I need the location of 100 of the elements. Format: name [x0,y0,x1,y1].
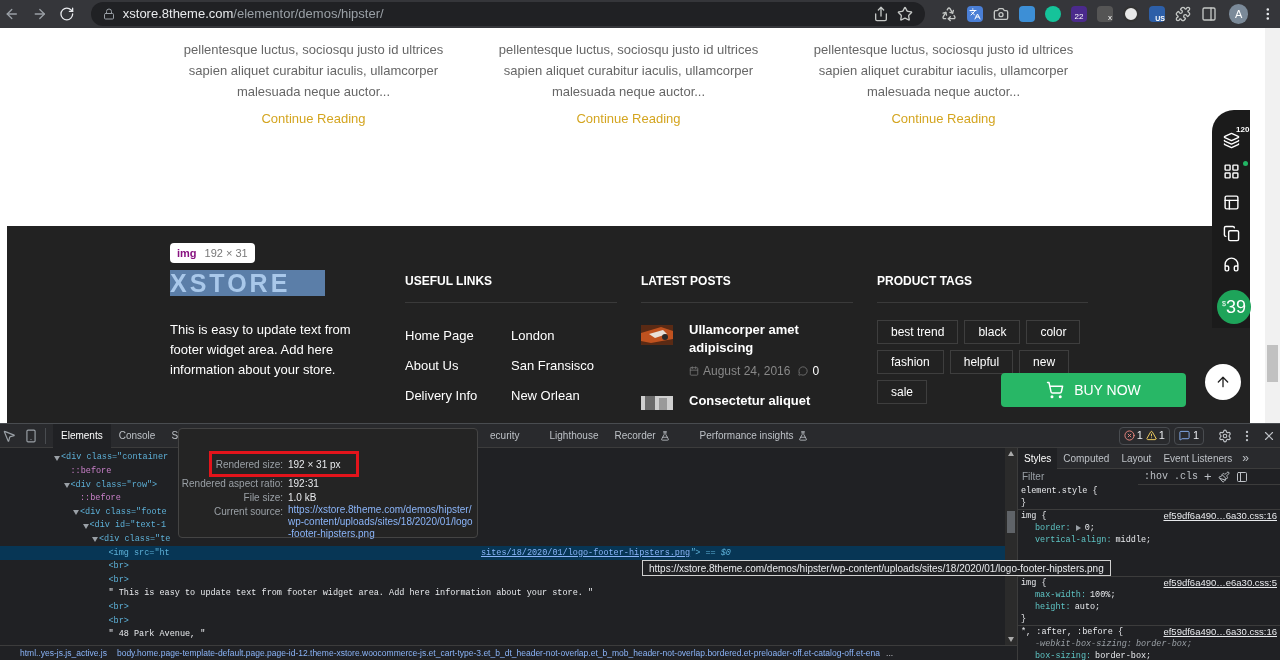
closing-brace: } [1021,613,1028,625]
tag-chip[interactable]: sale [877,380,927,404]
dom-node[interactable]: <div class="container [61,451,169,465]
back-icon[interactable] [4,6,20,22]
sidebar-toggle-icon[interactable] [1235,470,1248,483]
devtools-tab[interactable]: S [163,424,187,448]
post-title[interactable]: Ullamcorper amet adipiscing [689,321,853,357]
page-scrollbar[interactable] [1265,28,1280,423]
devtools-tab[interactable]: Elements [53,424,111,448]
hover-state-button[interactable]: :hov [1144,469,1168,484]
devtools-tab[interactable]: Console [110,424,164,448]
translate-icon[interactable] [966,6,983,22]
share-icon[interactable] [872,6,889,22]
expand-triangle-icon[interactable] [1074,525,1081,531]
extension-badge[interactable]: x [1096,6,1113,22]
camera-icon[interactable] [992,6,1009,22]
footer-link[interactable]: London [511,327,617,345]
extension-icon[interactable] [1122,6,1139,22]
dom-node[interactable]: ::before [80,492,121,505]
expanded-triangle-icon[interactable] [54,454,60,461]
devtools-tab[interactable]: Lighthouse [541,424,607,448]
styles-tab[interactable]: Layout [1115,448,1158,469]
new-rule-button[interactable]: + [1204,470,1212,483]
breadcrumb-more-button[interactable]: ... [886,646,894,660]
footer-link[interactable]: Delivery Info [405,387,511,405]
dom-node[interactable]: <div class="te [99,533,171,546]
dom-node[interactable]: <div class="row"> [70,478,158,492]
footer-link[interactable]: San Fransisco [511,357,617,375]
tag-chip[interactable]: fashion [877,350,944,374]
expanded-triangle-icon[interactable] [73,509,79,516]
tag-chip[interactable]: best trend [877,320,959,344]
dom-node[interactable]: <br> [108,573,129,587]
grid-icon[interactable] [1222,163,1240,180]
dom-node[interactable]: ::before [70,465,112,478]
more-tabs-button[interactable]: » [1238,449,1254,467]
extension-counter[interactable]: 22 [1070,6,1087,22]
source-link[interactable]: https://xstore.8theme.com/demos/hipster/wp-content/uploads/sites/18/2020/01/logo-footer-hipsters.png [288,504,474,540]
profile-avatar[interactable]: A [1228,4,1249,24]
footer-link[interactable]: About Us [405,357,511,375]
class-button[interactable]: .cls [1174,469,1199,484]
tag-chip[interactable]: black [964,320,1021,344]
footer-about-text: This is easy to update text from footer widget area. Add here information about your store. [170,321,352,379]
devtools-tab[interactable]: ecurity [482,424,528,448]
css-declaration[interactable]: max-width: 100%; [1021,589,1277,601]
styles-tab[interactable]: Styles [1018,448,1058,469]
side-panel-icon[interactable] [1200,6,1217,22]
settings-icon[interactable] [1218,428,1232,443]
issues-counter[interactable]: 1 1 [1118,426,1170,445]
breadcrumb-item[interactable]: body.home.page-template-default.page.page-id-12.theme-xstore.woocommerce-js.et_cart-type-3.et_b_dt_header-not-overlap.et_b_mob_header-not-overlap.bordered.et-preloader-off.et-catalog-off.et-ena [116,646,880,660]
address-bar[interactable]: xstore.8theme.com/elementor/demos/hipster/ [90,2,925,26]
devtools-tab[interactable]: Recorder [606,424,678,448]
reload-icon[interactable] [59,6,75,22]
css-declaration[interactable]: height: auto; [1021,601,1277,613]
expanded-triangle-icon[interactable] [92,536,98,543]
expanded-triangle-icon[interactable] [63,482,70,488]
dom-node[interactable]: <img src="ht [108,546,170,560]
pages-icon[interactable] [1222,225,1240,242]
css-declaration[interactable]: box-sizing: border-box; [1021,650,1277,660]
dom-node[interactable]: <br> [108,560,129,573]
css-declaration[interactable]: -webkit-box-sizing: border-box; [1021,638,1277,650]
flask-icon [659,430,670,441]
css-declaration[interactable]: border: 0; [1021,522,1277,534]
layout-icon[interactable] [1222,194,1240,211]
messages-counter[interactable]: 1 [1173,426,1204,445]
dom-node[interactable]: <br> [108,600,129,614]
layers-icon[interactable] [1222,132,1240,149]
tag-chip[interactable]: color [1026,320,1081,344]
styles-tab[interactable]: Computed [1057,448,1116,469]
extensions-icon[interactable] [1174,6,1191,22]
styles-tab[interactable]: Event Listeners [1157,448,1239,469]
css-selector: element.style { [1021,485,1098,497]
warning-icon [1145,430,1157,441]
paintbrush-icon[interactable] [1217,470,1230,483]
inspect-icon[interactable] [2,428,16,443]
dom-node[interactable]: <div class="foote [80,505,167,519]
recycle-icon[interactable] [940,6,957,22]
headphones-icon[interactable] [1222,256,1240,273]
scroll-up-icon[interactable] [1008,451,1014,456]
footer-link[interactable]: Home Page [405,327,511,345]
tag-chip[interactable]: helpful [949,350,1014,374]
expanded-triangle-icon[interactable] [82,522,89,529]
stylesheet-link[interactable]: ef59df6a490…6a30.css:16 [1163,510,1277,522]
device-toolbar-icon[interactable] [24,428,38,443]
scroll-down-icon[interactable] [1008,637,1014,642]
dom-node[interactable]: " 48 Park Avenue, " [108,628,206,641]
stylesheet-link[interactable]: ef59df6a490…6a30.css:16 [1163,626,1277,638]
devtools-tab[interactable]: Performance insights [691,424,816,448]
extension-icon[interactable] [1044,6,1061,22]
post-title[interactable]: Consectetur aliquet [689,392,811,410]
dom-node[interactable]: "> == $0 [690,546,731,560]
breadcrumb-item[interactable]: html..yes-js.js_active.js [20,646,107,660]
dom-node[interactable]: " This is easy to update text from footer widget area. Add here information about your store. " [108,587,594,601]
bookmark-star-icon[interactable] [896,6,913,22]
source-link[interactable]: sites/18/2020/01/logo-footer-hipsters.png [481,546,691,560]
dom-node[interactable]: <br> [108,614,129,628]
scrollbar-thumb[interactable] [1007,510,1015,533]
stylesheet-link[interactable]: ef59df6a490…e6a30.css:5 [1163,577,1277,589]
css-declaration[interactable]: vertical-align: middle; [1021,534,1277,546]
footer-link[interactable]: New Orlean [511,387,617,405]
dom-node[interactable]: <div id="text-1 [89,519,166,533]
